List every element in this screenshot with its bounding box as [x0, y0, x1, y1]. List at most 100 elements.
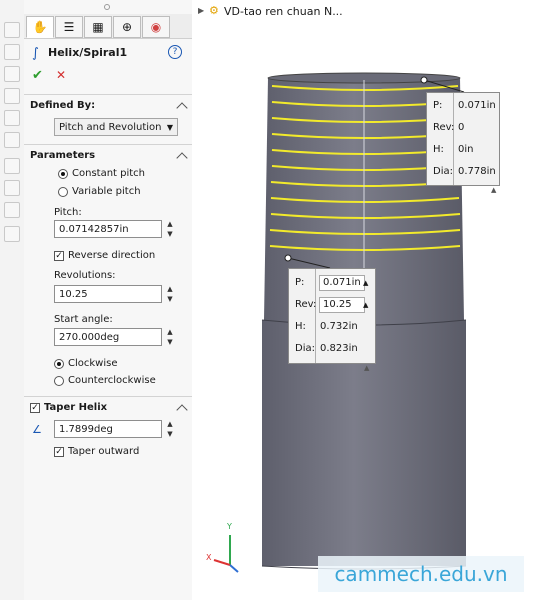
- color-wheel-icon: ◉: [150, 20, 162, 34]
- triad-x-axis: [213, 559, 231, 566]
- callout-row-rev: Rev: 0: [427, 117, 499, 139]
- callout-expand-icon[interactable]: ▲: [364, 364, 369, 372]
- spinner-icon[interactable]: ▲: [363, 294, 368, 316]
- revolve-icon[interactable]: [4, 88, 20, 104]
- callout-value[interactable]: 0: [458, 117, 464, 139]
- part-icon[interactable]: [4, 22, 20, 38]
- plane-icon[interactable]: [4, 158, 20, 174]
- pitch-input[interactable]: 0.07142857in: [54, 220, 162, 238]
- clockwise-radio[interactable]: [54, 359, 64, 369]
- defined-by-value: Pitch and Revolution: [59, 122, 162, 133]
- callout-row-diameter: Dia: 0.778in: [427, 161, 499, 183]
- callout-row-height: H: 0.732in: [289, 316, 375, 338]
- divider: [24, 396, 192, 397]
- cancel-button[interactable]: ✕: [56, 68, 66, 82]
- feature-tree-toolbar: [0, 0, 25, 600]
- defined-by-select[interactable]: Pitch and Revolution ▼: [54, 118, 178, 136]
- callout-anchor-mid: [284, 254, 292, 262]
- callout-row-pitch: P: 0.071in ▲: [289, 272, 375, 294]
- tab-property-manager[interactable]: ☰: [55, 16, 83, 38]
- ok-button[interactable]: ✔: [32, 68, 43, 83]
- panel-grip[interactable]: [104, 4, 110, 10]
- clockwise-label: Clockwise: [68, 358, 118, 369]
- chevron-down-icon: ▼: [166, 123, 173, 132]
- callout-expand-icon[interactable]: ▲: [491, 186, 496, 194]
- hand-icon: ✋: [32, 20, 48, 34]
- callout-key: Rev:: [433, 122, 455, 133]
- callout-rev-input[interactable]: 10.25: [319, 297, 365, 313]
- start-angle-label: Start angle:: [54, 314, 113, 325]
- callout-value[interactable]: 0.778in: [458, 161, 496, 183]
- callout-key: H:: [295, 321, 306, 332]
- variable-pitch-label: Variable pitch: [72, 186, 141, 197]
- callout-row-diameter: Dia: 0.823in: [289, 338, 375, 360]
- panel-tabs: ✋ ☰ ▦ ⊕ ◉: [24, 14, 192, 39]
- callout-row-pitch: P: 0.071in: [427, 95, 499, 117]
- callout-key: Dia:: [295, 343, 315, 354]
- callout-value[interactable]: 0.823in: [320, 338, 358, 360]
- checkmark-icon: ✓: [55, 447, 63, 457]
- callout-row-height: H: 0in: [427, 139, 499, 161]
- taper-outward-checkbox[interactable]: ✓: [54, 447, 64, 457]
- callout-value[interactable]: 0.071in: [458, 95, 496, 117]
- spin-up-icon[interactable]: ▲: [165, 419, 175, 429]
- triad-x-label: X: [206, 553, 212, 562]
- parameters-heading: Parameters: [30, 150, 96, 161]
- axis-icon[interactable]: [4, 180, 20, 196]
- tab-dimxpert-manager[interactable]: ⊕: [113, 16, 141, 38]
- callout-anchor-top: [420, 76, 428, 84]
- helix-icon: ∫: [32, 46, 39, 61]
- revolutions-input[interactable]: 10.25: [54, 285, 162, 303]
- spin-down-icon[interactable]: ▼: [165, 294, 175, 304]
- taper-angle-spinner[interactable]: ▲ ▼: [165, 419, 175, 439]
- taper-outward-label: Taper outward: [68, 446, 140, 457]
- spin-up-icon[interactable]: ▲: [165, 327, 175, 337]
- spin-down-icon[interactable]: ▼: [165, 429, 175, 439]
- revolutions-spinner[interactable]: ▲ ▼: [165, 284, 175, 304]
- feature-title: Helix/Spiral1: [48, 46, 128, 59]
- start-angle-input[interactable]: 270.000deg: [54, 328, 162, 346]
- config-icon: ▦: [92, 20, 104, 34]
- spin-down-icon[interactable]: ▼: [165, 337, 175, 347]
- tab-configuration-manager[interactable]: ▦: [84, 16, 112, 38]
- callout-pitch-input[interactable]: 0.071in: [319, 275, 365, 291]
- spin-up-icon[interactable]: ▲: [165, 219, 175, 229]
- crosshair-icon: ⊕: [121, 20, 133, 34]
- point-icon[interactable]: [4, 202, 20, 218]
- curve-icon[interactable]: [4, 226, 20, 242]
- collapse-taper-icon[interactable]: [176, 404, 188, 416]
- sketch-icon[interactable]: [4, 44, 20, 60]
- taper-helix-checkbox[interactable]: ✓: [30, 403, 40, 413]
- help-button[interactable]: ?: [168, 45, 182, 59]
- helix-callout-mid[interactable]: P: 0.071in ▲ Rev: 10.25 ▲ H: 0.732in Dia: 0.82…: [288, 268, 376, 364]
- spin-down-icon[interactable]: ▼: [165, 229, 175, 239]
- start-angle-spinner[interactable]: ▲ ▼: [165, 327, 175, 347]
- taper-angle-input[interactable]: 1.7899deg: [54, 420, 162, 438]
- watermark: cammech.edu.vn: [318, 556, 524, 592]
- graphics-viewport[interactable]: ▶ ⚙ VD-tao ren chuan N... Y X P: 0.071in…: [192, 0, 535, 600]
- callout-key: Rev:: [295, 299, 317, 310]
- collapse-defined-by-icon[interactable]: [176, 102, 188, 114]
- pitch-spinner[interactable]: ▲ ▼: [165, 219, 175, 239]
- callout-key: P:: [433, 100, 443, 111]
- variable-pitch-radio[interactable]: [58, 187, 68, 197]
- counterclockwise-radio[interactable]: [54, 376, 64, 386]
- counterclockwise-label: Counterclockwise: [68, 375, 156, 386]
- tab-display-manager[interactable]: ◉: [142, 16, 170, 38]
- taper-helix-heading: Taper Helix: [44, 402, 108, 413]
- checkmark-icon: ✓: [31, 403, 39, 413]
- angle-icon: ∠: [32, 423, 42, 436]
- reverse-direction-label: Reverse direction: [68, 250, 156, 261]
- callout-value[interactable]: 0.732in: [320, 316, 358, 338]
- reverse-direction-checkbox[interactable]: ✓: [54, 251, 64, 261]
- loft-icon[interactable]: [4, 132, 20, 148]
- spinner-icon[interactable]: ▲: [363, 272, 368, 294]
- tab-feature-manager[interactable]: ✋: [26, 16, 54, 38]
- extrude-icon[interactable]: [4, 66, 20, 82]
- sweep-icon[interactable]: [4, 110, 20, 126]
- helix-callout-top[interactable]: P: 0.071in Rev: 0 H: 0in Dia: 0.778in: [426, 92, 500, 186]
- constant-pitch-radio[interactable]: [58, 169, 68, 179]
- callout-value[interactable]: 0in: [458, 139, 473, 161]
- spin-up-icon[interactable]: ▲: [165, 284, 175, 294]
- collapse-parameters-icon[interactable]: [176, 152, 188, 164]
